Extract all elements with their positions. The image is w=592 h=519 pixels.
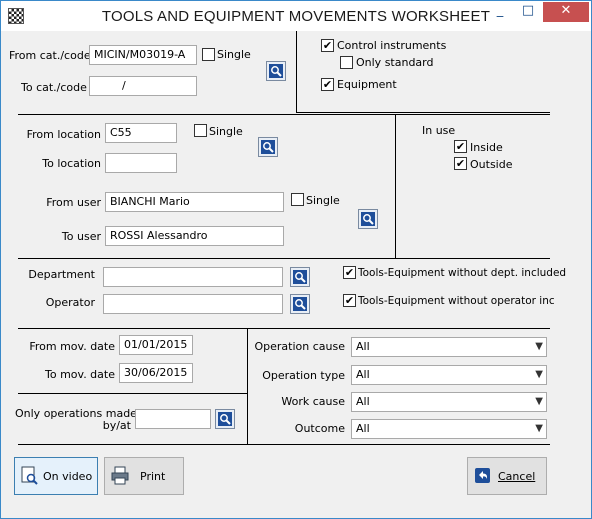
outcome-value: All <box>356 422 370 435</box>
title-bar: TOOLS AND EQUIPMENT MOVEMENTS WORKSHEET … <box>1 1 591 31</box>
control-instruments-label: Control instruments <box>337 39 447 52</box>
close-button[interactable]: ✕ <box>543 2 589 22</box>
search-icon <box>293 270 307 284</box>
no-dept-label: Tools-Equipment without dept. included <box>358 267 567 279</box>
inside-checkbox[interactable]: ✔ <box>454 140 467 153</box>
only-ops-search-button[interactable] <box>215 409 235 429</box>
location-single-checkbox[interactable] <box>194 124 207 137</box>
operation-type-value: All <box>356 368 370 381</box>
operator-search-button[interactable] <box>290 294 310 314</box>
on-video-label: On video <box>43 470 93 483</box>
search-icon <box>361 212 375 226</box>
in-use-label: In use <box>422 124 456 137</box>
printer-icon <box>111 466 129 485</box>
cat-single-label: Single <box>217 48 251 61</box>
outside-checkbox[interactable]: ✔ <box>454 157 467 170</box>
equipment-checkbox[interactable]: ✔ <box>321 78 334 91</box>
divider <box>296 31 297 113</box>
no-operator-checkbox[interactable]: ✔ <box>343 294 356 307</box>
department-search-button[interactable] <box>290 267 310 287</box>
divider <box>18 114 550 115</box>
only-ops-input[interactable] <box>135 409 211 429</box>
from-cat-input[interactable]: MICIN/M03019-A <box>89 45 197 65</box>
user-single-label: Single <box>306 194 340 207</box>
search-icon <box>218 412 232 426</box>
divider <box>18 393 247 394</box>
operator-input[interactable] <box>103 294 283 314</box>
user-search-button[interactable] <box>358 209 378 229</box>
to-date-label: To mov. date <box>45 368 115 381</box>
location-single-label: Single <box>209 125 243 138</box>
inside-label: Inside <box>470 141 503 154</box>
operation-cause-label: Operation cause <box>254 340 346 353</box>
work-cause-label: Work cause <box>281 395 345 408</box>
from-location-input[interactable]: C55 <box>105 123 177 143</box>
to-user-input[interactable]: ROSSI Alessandro <box>105 226 284 246</box>
no-operator-label: Tools-Equipment without operator include… <box>358 295 554 307</box>
chevron-down-icon: ▼ <box>535 423 543 434</box>
document-preview-icon <box>21 466 38 485</box>
divider <box>296 112 550 113</box>
from-cat-label: From cat./code <box>9 49 91 62</box>
from-date-input[interactable]: 01/01/2015 <box>119 335 193 355</box>
only-standard-label: Only standard <box>356 56 434 69</box>
only-standard-checkbox[interactable] <box>340 56 353 69</box>
maximize-button[interactable]: □ <box>515 2 541 22</box>
print-button[interactable]: Print <box>104 457 184 495</box>
chevron-down-icon: ▼ <box>535 369 543 380</box>
to-user-label: To user <box>61 230 101 243</box>
from-location-label: From location <box>26 128 101 141</box>
undo-arrow-icon <box>475 468 490 483</box>
cancel-button[interactable]: Cancel <box>467 457 547 495</box>
operation-type-label: Operation type <box>262 369 345 382</box>
control-instruments-checkbox[interactable]: ✔ <box>321 39 334 52</box>
from-date-label: From mov. date <box>29 340 115 353</box>
operation-cause-select[interactable]: All ▼ <box>351 337 547 357</box>
outcome-label: Outcome <box>294 422 345 435</box>
department-input[interactable] <box>103 267 283 287</box>
search-icon <box>261 140 275 154</box>
outside-label: Outside <box>470 158 513 171</box>
to-cat-input[interactable]: / <box>89 76 197 96</box>
operation-type-select[interactable]: All ▼ <box>351 365 547 385</box>
search-icon <box>269 64 283 78</box>
user-single-checkbox[interactable] <box>291 193 304 206</box>
to-cat-label: To cat./code <box>21 81 87 94</box>
chevron-down-icon: ▼ <box>535 341 543 352</box>
worksheet-window: TOOLS AND EQUIPMENT MOVEMENTS WORKSHEET … <box>0 0 592 519</box>
divider <box>18 258 550 259</box>
divider <box>395 115 396 259</box>
divider <box>18 444 550 445</box>
to-location-input[interactable] <box>105 153 177 173</box>
operator-label: Operator <box>45 296 95 309</box>
print-label: Print <box>140 470 166 483</box>
location-search-button[interactable] <box>258 137 278 157</box>
work-cause-select[interactable]: All ▼ <box>351 392 547 412</box>
equipment-label: Equipment <box>337 78 397 91</box>
work-cause-value: All <box>356 395 370 408</box>
no-dept-checkbox[interactable]: ✔ <box>343 266 356 279</box>
chevron-down-icon: ▼ <box>535 396 543 407</box>
only-ops-label-line2: by/at <box>102 419 131 432</box>
from-user-label: From user <box>46 196 101 209</box>
cat-single-checkbox[interactable] <box>202 48 215 61</box>
cancel-label: Cancel <box>498 470 536 483</box>
to-location-label: To location <box>42 157 101 170</box>
minimize-button[interactable]: _ <box>487 2 513 22</box>
on-video-button[interactable]: On video <box>14 457 98 495</box>
cat-search-button[interactable] <box>266 61 286 81</box>
from-user-input[interactable]: BIANCHI Mario <box>105 192 284 212</box>
outcome-select[interactable]: All ▼ <box>351 419 547 439</box>
to-date-input[interactable]: 30/06/2015 <box>119 363 193 383</box>
operation-cause-value: All <box>356 340 370 353</box>
divider <box>18 328 550 329</box>
department-label: Department <box>28 268 95 281</box>
divider <box>247 329 248 445</box>
search-icon <box>293 297 307 311</box>
